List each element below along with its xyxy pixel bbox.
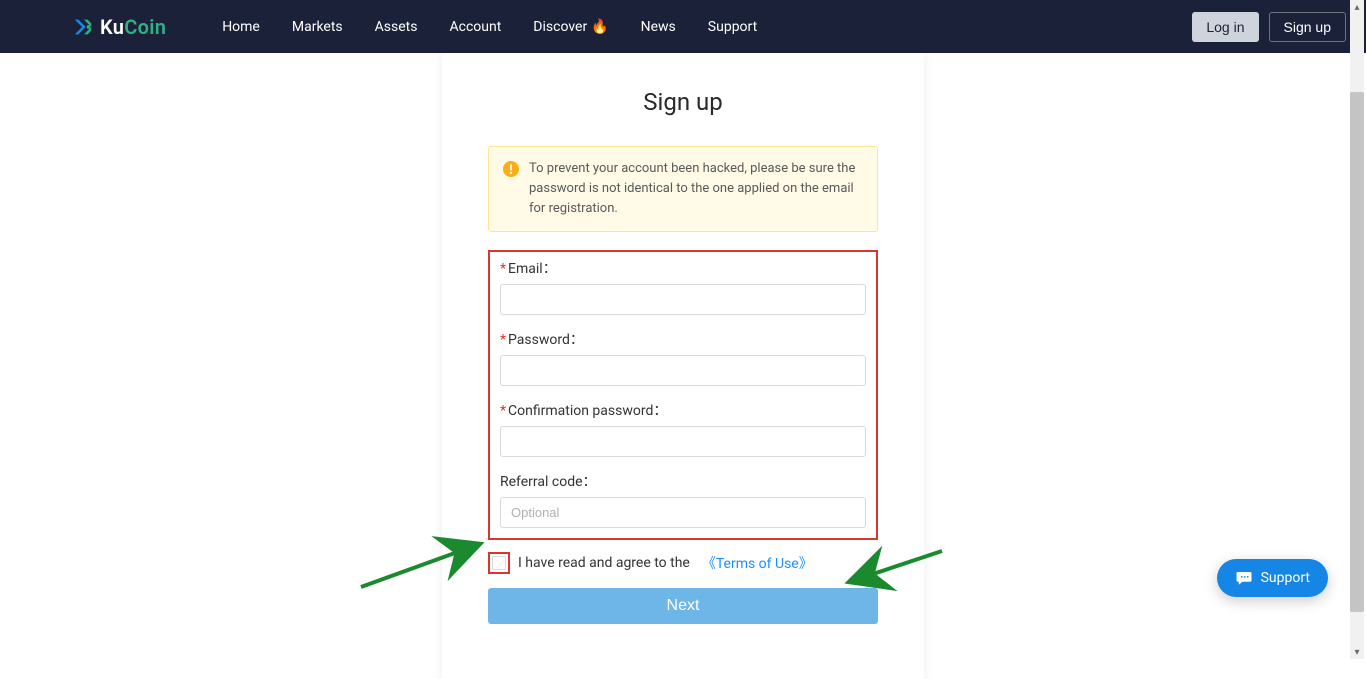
nav-discover[interactable]: Discover🔥 (517, 0, 624, 53)
form-annotation-box: *Email： *Password： *Confirmation passwor… (488, 250, 878, 540)
chat-icon (1235, 569, 1253, 587)
kucoin-logo-icon (72, 16, 94, 38)
confirm-password-label: *Confirmation password： (500, 400, 866, 420)
fire-icon: 🔥 (591, 19, 608, 35)
top-nav: KuCoin Home Markets Assets Account Disco… (0, 0, 1366, 53)
password-input[interactable] (500, 355, 866, 386)
terms-of-use-link[interactable]: 《Terms of Use》 (702, 553, 813, 573)
page-title: Sign up (488, 88, 878, 116)
email-field-group: *Email： (500, 258, 866, 315)
consent-checkbox[interactable] (492, 556, 506, 570)
referral-field-group: Referral code： (500, 471, 866, 528)
nav-support[interactable]: Support (692, 0, 773, 53)
login-button[interactable]: Log in (1192, 12, 1258, 42)
password-label: *Password： (500, 329, 866, 349)
password-warning-alert: To prevent your account been hacked, ple… (488, 146, 878, 232)
main-area: Sign up To prevent your account been hac… (0, 53, 1366, 679)
email-input[interactable] (500, 284, 866, 315)
consent-row: I have read and agree to the 《Terms of U… (488, 552, 878, 574)
nav-account[interactable]: Account (433, 0, 517, 53)
warning-text: To prevent your account been hacked, ple… (529, 159, 863, 219)
signup-card: Sign up To prevent your account been hac… (442, 53, 924, 679)
consent-text: I have read and agree to the (518, 555, 690, 571)
confirm-password-input[interactable] (500, 426, 866, 457)
brand-name: KuCoin (100, 15, 166, 39)
signup-button[interactable]: Sign up (1269, 12, 1346, 42)
email-label: *Email： (500, 258, 866, 278)
referral-label: Referral code： (500, 471, 866, 491)
nav-auth-buttons: Log in Sign up (1192, 12, 1346, 42)
brand-logo[interactable]: KuCoin (72, 15, 166, 39)
support-widget[interactable]: Support (1217, 559, 1328, 597)
nav-home[interactable]: Home (206, 0, 276, 53)
consent-checkbox-annotation (488, 552, 510, 574)
page-scroll-up[interactable]: ▴ (1350, 0, 1364, 14)
nav-links: Home Markets Assets Account Discover🔥 Ne… (206, 0, 773, 53)
next-button[interactable]: Next (488, 588, 878, 624)
referral-input[interactable] (500, 497, 866, 528)
warning-icon (503, 161, 519, 177)
confirm-password-field-group: *Confirmation password： (500, 400, 866, 457)
password-field-group: *Password： (500, 329, 866, 386)
nav-markets[interactable]: Markets (276, 0, 359, 53)
page-scrollbar-thumb[interactable] (1350, 92, 1364, 612)
support-widget-label: Support (1261, 570, 1310, 586)
nav-news[interactable]: News (625, 0, 692, 53)
nav-assets[interactable]: Assets (359, 0, 434, 53)
page-scroll-down[interactable]: ▾ (1350, 645, 1364, 659)
